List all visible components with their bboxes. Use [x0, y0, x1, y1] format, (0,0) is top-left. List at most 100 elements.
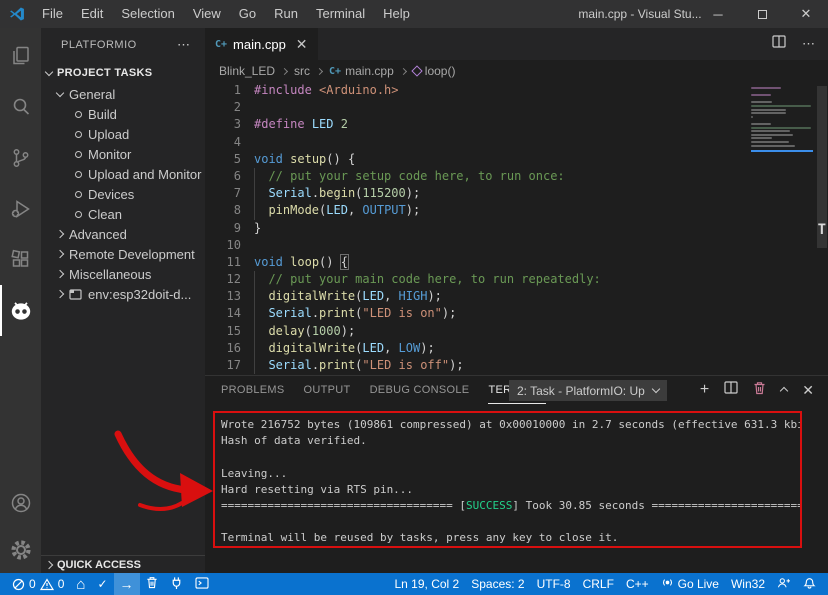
encoding-status[interactable]: UTF-8 [531, 573, 577, 595]
tab-close-icon[interactable]: ✕ [296, 36, 308, 53]
sidebar-more-actions-icon[interactable]: ⋯ [177, 37, 191, 53]
code-line-16[interactable]: 16 digitalWrite(LED, LOW); [205, 340, 828, 357]
new-terminal-icon[interactable]: + [700, 383, 709, 397]
close-button[interactable]: ✕ [784, 0, 828, 28]
task-circle-icon [75, 131, 82, 138]
breadcrumb-label: src [294, 64, 310, 78]
menu-edit[interactable]: Edit [72, 0, 112, 28]
tree-item-advanced[interactable]: Advanced [41, 224, 205, 244]
code-text: Serial.print("LED is on"); [254, 305, 456, 322]
terminal-output[interactable]: Wrote 216752 bytes (109861 compressed) a… [205, 404, 828, 573]
run-and-debug-icon[interactable] [0, 183, 41, 234]
task-devices[interactable]: Devices [41, 184, 205, 204]
menu-view[interactable]: View [184, 0, 230, 28]
code-line-4[interactable]: 4 [205, 134, 828, 151]
split-terminal-icon[interactable] [724, 381, 738, 399]
pio-build-button[interactable]: ✓ [91, 573, 113, 595]
code-line-1[interactable]: 1#include <Arduino.h> [205, 82, 828, 99]
maximize-panel-icon[interactable] [781, 381, 787, 399]
quick-access-section[interactable]: QUICK ACCESS [41, 555, 205, 573]
minimize-button[interactable]: ─ [696, 0, 740, 28]
minimap[interactable] [751, 87, 813, 152]
code-line-17[interactable]: 17 Serial.print("LED is off"); [205, 357, 828, 374]
task-clean[interactable]: Clean [41, 204, 205, 224]
code-editor[interactable]: 1#include <Arduino.h>2 3#define LED 24 5… [205, 82, 828, 375]
menu-run[interactable]: Run [265, 0, 307, 28]
code-line-2[interactable]: 2 [205, 99, 828, 116]
task-upload[interactable]: Upload [41, 124, 205, 144]
feedback-button[interactable] [771, 573, 797, 595]
code-text: #define LED 2 [254, 116, 348, 133]
tree-item-env-esp32doit-d[interactable]: env:esp32doit-d... [41, 284, 205, 304]
editor-scrollbar[interactable]: T [815, 82, 828, 375]
pio-terminal-button[interactable] [189, 573, 215, 595]
code-line-5[interactable]: 5void setup() { [205, 151, 828, 168]
task-build[interactable]: Build [41, 104, 205, 124]
platform-status[interactable]: Win32 [725, 573, 771, 595]
line-number: 9 [205, 220, 241, 237]
code-text [254, 99, 261, 116]
problems-status[interactable]: 0 0 [6, 573, 70, 595]
search-icon[interactable] [0, 81, 41, 132]
code-line-13[interactable]: 13 digitalWrite(LED, HIGH); [205, 288, 828, 305]
code-line-8[interactable]: 8 pinMode(LED, OUTPUT); [205, 202, 828, 219]
menu-go[interactable]: Go [230, 0, 265, 28]
task-monitor[interactable]: Monitor [41, 144, 205, 164]
cpp-file-icon [215, 39, 227, 50]
tree-item-remote-development[interactable]: Remote Development [41, 244, 205, 264]
code-line-15[interactable]: 15 delay(1000); [205, 323, 828, 340]
panel-tab-output[interactable]: OUTPUT [304, 377, 351, 404]
pio-upload-button[interactable]: → [114, 573, 140, 595]
pio-home-button[interactable]: ⌂ [70, 573, 91, 595]
project-tasks-section[interactable]: PROJECT TASKS [41, 62, 205, 84]
code-line-9[interactable]: 9} [205, 220, 828, 237]
indentation-status[interactable]: Spaces: 2 [465, 573, 530, 595]
task-label: Devices [88, 187, 134, 202]
pio-clean-button[interactable] [140, 573, 164, 595]
breadcrumb-main-cpp[interactable]: main.cpp [329, 64, 394, 78]
code-line-7[interactable]: 7 Serial.begin(115200); [205, 185, 828, 202]
tree-item-miscellaneous[interactable]: Miscellaneous [41, 264, 205, 284]
breadcrumb-blink-led[interactable]: Blink_LED [219, 64, 275, 78]
settings-gear-icon[interactable] [0, 526, 41, 573]
go-live-button[interactable]: Go Live [655, 573, 725, 595]
breadcrumb-src[interactable]: src [294, 64, 310, 78]
tab-main-cpp[interactable]: main.cpp ✕ [205, 28, 318, 60]
language-mode[interactable]: C++ [620, 573, 655, 595]
terminal-task-selector[interactable]: 2: Task - PlatformIO: Up [509, 380, 667, 401]
code-line-6[interactable]: 6 // put your setup code here, to run on… [205, 168, 828, 185]
vscode-logo-icon [9, 6, 25, 22]
close-panel-icon[interactable]: ✕ [802, 382, 814, 399]
red-annotation-arrow [110, 429, 218, 515]
chevron-right-icon [56, 230, 64, 238]
code-text: digitalWrite(LED, LOW); [254, 340, 435, 357]
editor-more-actions-icon[interactable]: ⋯ [802, 36, 816, 52]
maximize-button[interactable] [740, 0, 784, 28]
task-upload-and-monitor[interactable]: Upload and Monitor [41, 164, 205, 184]
pio-serial-monitor-button[interactable] [164, 573, 189, 595]
notifications-bell-button[interactable] [797, 573, 822, 595]
breadcrumb-loop[interactable]: loop() [413, 64, 456, 78]
menu-help[interactable]: Help [374, 0, 419, 28]
cursor-position[interactable]: Ln 19, Col 2 [389, 573, 466, 595]
panel-tab-problems[interactable]: PROBLEMS [221, 377, 285, 404]
source-control-icon[interactable] [0, 132, 41, 183]
code-line-12[interactable]: 12 // put your main code here, to run re… [205, 271, 828, 288]
platformio-icon[interactable] [0, 285, 41, 336]
code-line-14[interactable]: 14 Serial.print("LED is on"); [205, 305, 828, 322]
accounts-icon[interactable] [0, 479, 41, 526]
code-line-10[interactable]: 10 [205, 237, 828, 254]
explorer-icon[interactable] [0, 30, 41, 81]
eol-status[interactable]: CRLF [577, 573, 620, 595]
chevron-right-icon [56, 290, 64, 298]
kill-terminal-icon[interactable] [753, 381, 766, 400]
panel-tab-debug-console[interactable]: DEBUG CONSOLE [370, 377, 470, 404]
tree-item-general[interactable]: General [41, 84, 205, 104]
code-line-3[interactable]: 3#define LED 2 [205, 116, 828, 133]
split-editor-icon[interactable] [772, 35, 786, 53]
extensions-icon[interactable] [0, 234, 41, 285]
code-line-11[interactable]: 11void loop() { [205, 254, 828, 271]
menu-file[interactable]: File [33, 0, 72, 28]
menu-selection[interactable]: Selection [112, 0, 183, 28]
menu-terminal[interactable]: Terminal [307, 0, 374, 28]
